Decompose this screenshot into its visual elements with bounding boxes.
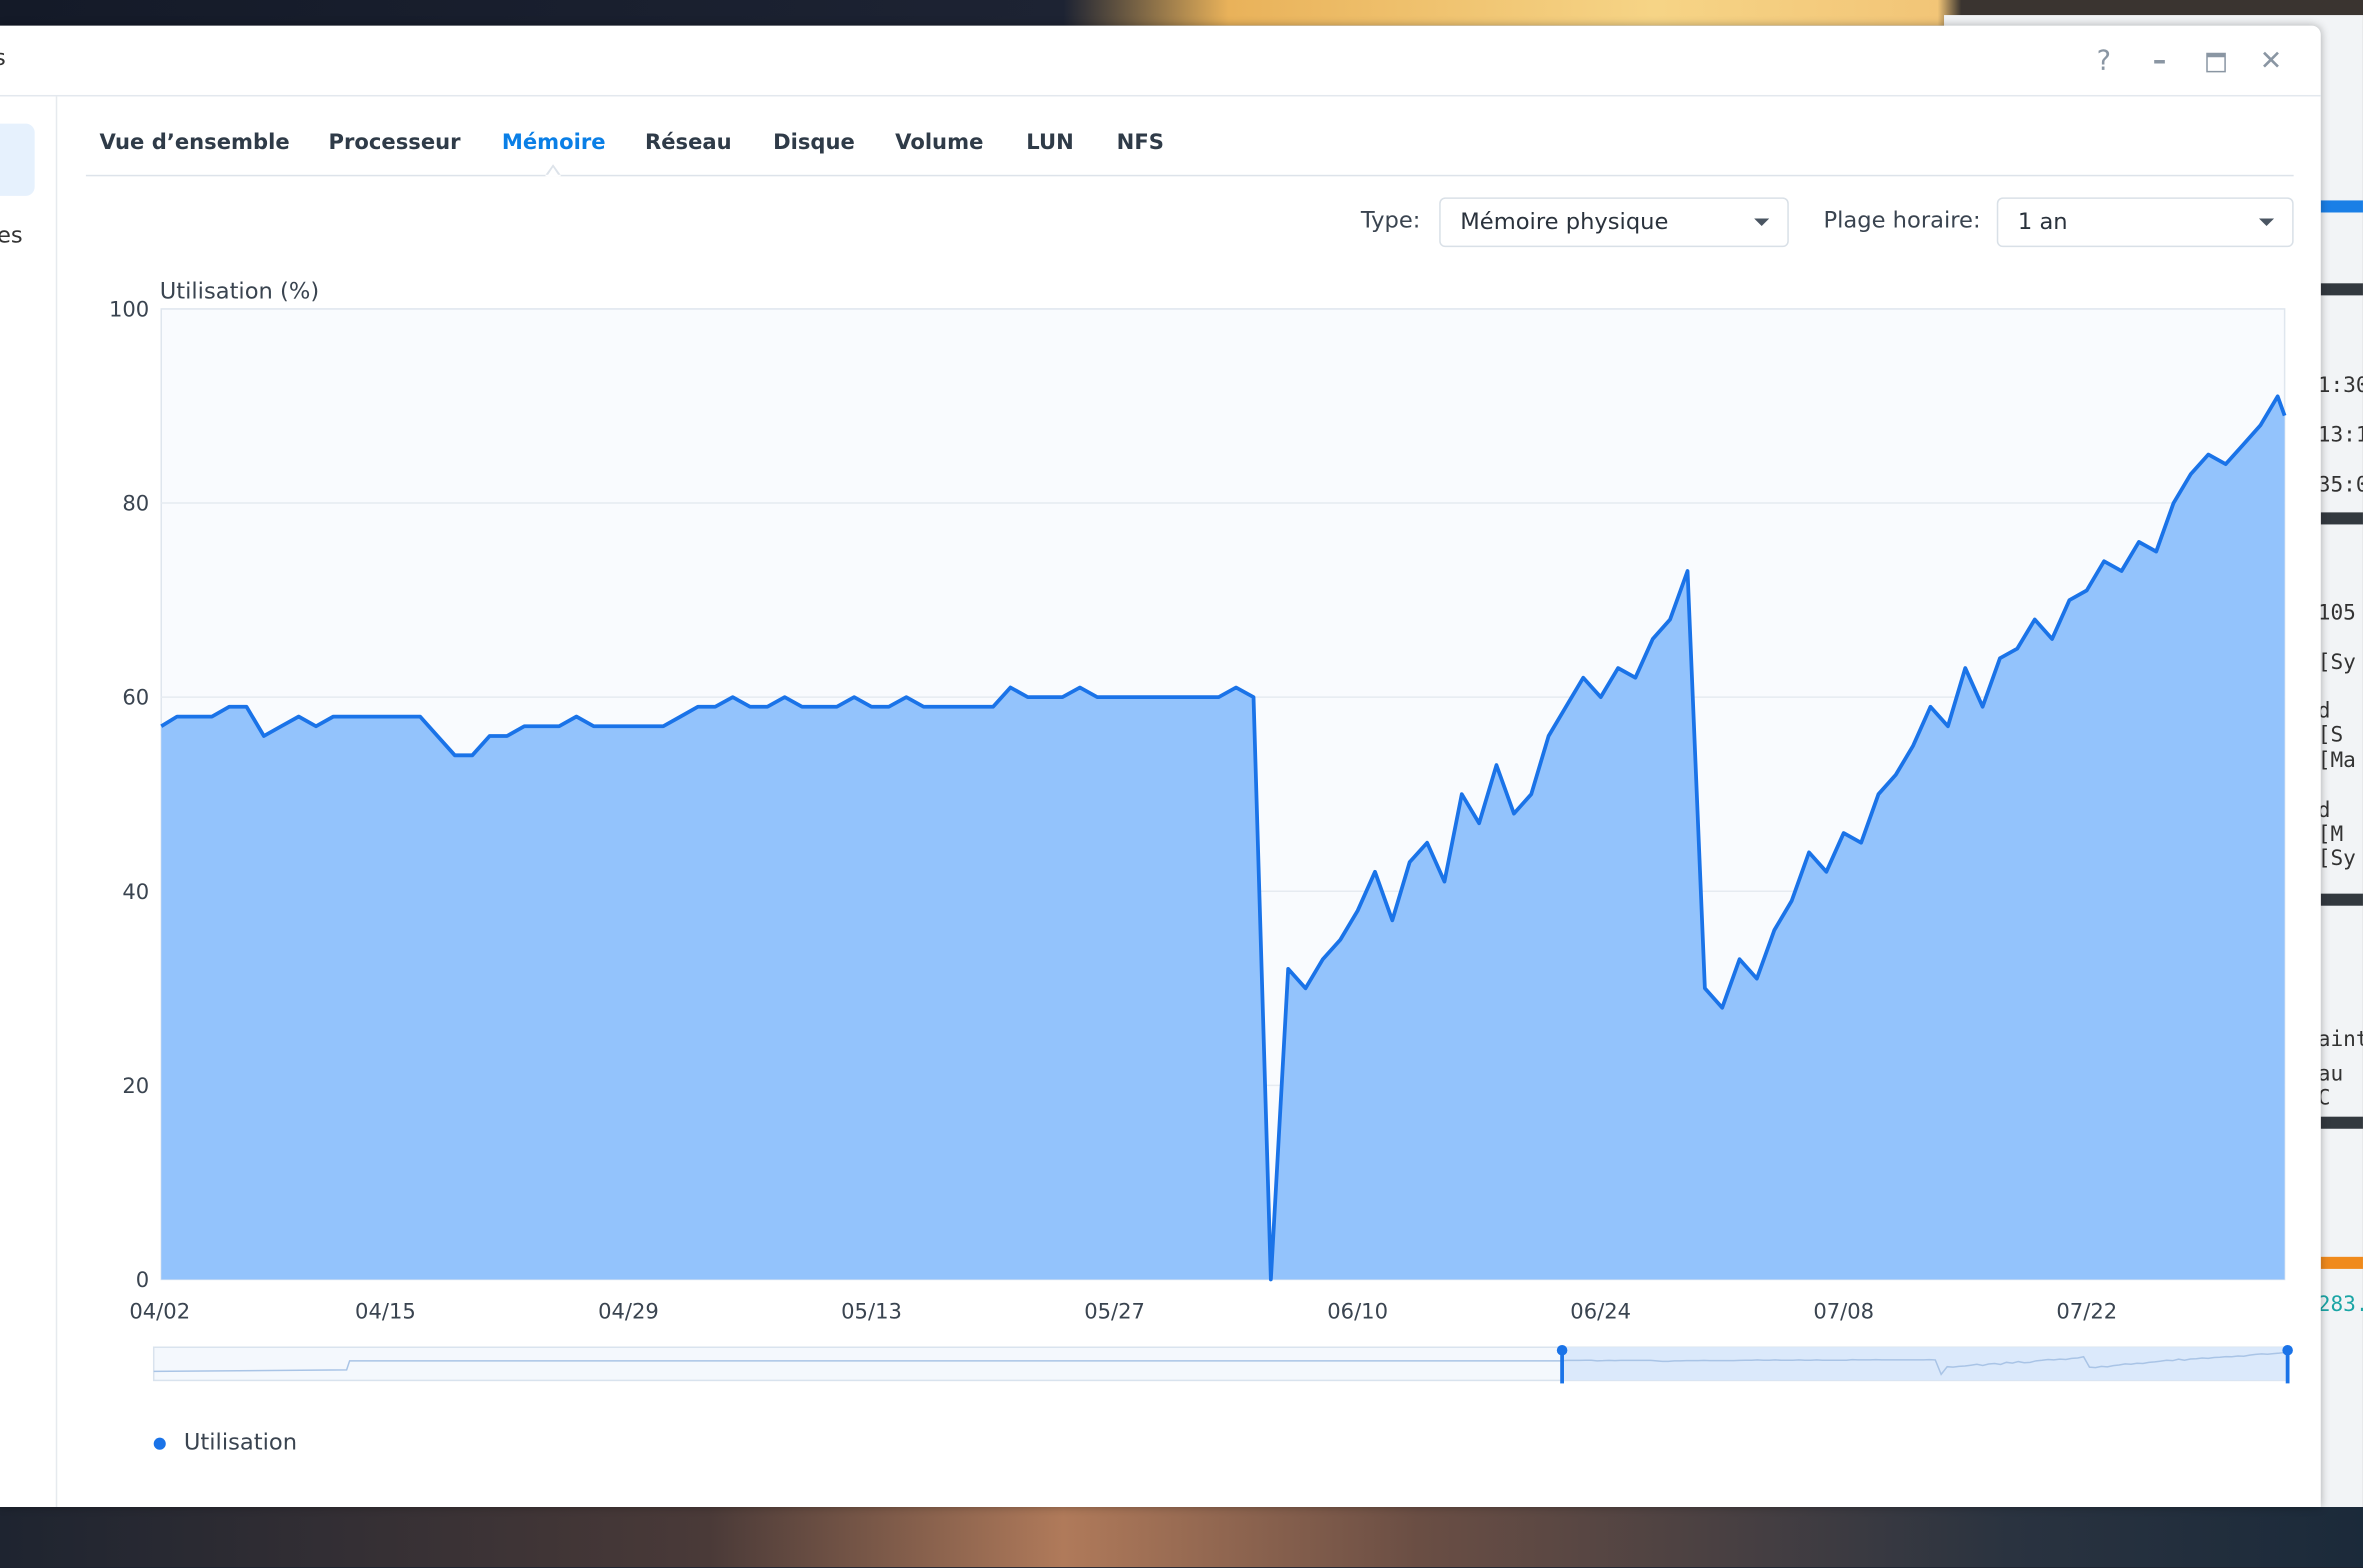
x-tick-label: 06/24	[1570, 1299, 1631, 1324]
y-tick-label: 20	[122, 1073, 149, 1098]
y-tick-label: 80	[122, 491, 149, 516]
x-tick-label: 04/29	[598, 1299, 659, 1324]
x-tick-label: 05/13	[841, 1299, 902, 1324]
x-tick-label: 04/15	[355, 1299, 416, 1324]
x-tick-label: 07/22	[2056, 1299, 2117, 1324]
navigator-selection	[1562, 1347, 2288, 1381]
y-tick-label: 60	[122, 685, 149, 710]
y-axis-title: Utilisation (%)	[160, 278, 319, 304]
x-tick-label: 07/08	[1813, 1299, 1874, 1324]
y-tick-label: 40	[122, 879, 149, 904]
y-tick-label: 100	[109, 296, 149, 321]
y-tick-label: 0	[136, 1267, 149, 1292]
memory-usage-chart: Utilisation (%) 0 20 40 60 80 100 04/02 04/15 0…	[109, 278, 2293, 1384]
x-tick-label: 06/10	[1327, 1299, 1388, 1324]
navigator-handle-knob	[2282, 1344, 2293, 1356]
x-tick-label: 04/02	[129, 1299, 190, 1324]
range-navigator[interactable]	[152, 1344, 2293, 1384]
x-tick-label: 05/27	[1084, 1299, 1145, 1324]
legend-label: Utilisation	[183, 1428, 298, 1456]
legend-dot	[153, 1437, 166, 1450]
navigator-handle-knob	[1556, 1344, 1568, 1356]
